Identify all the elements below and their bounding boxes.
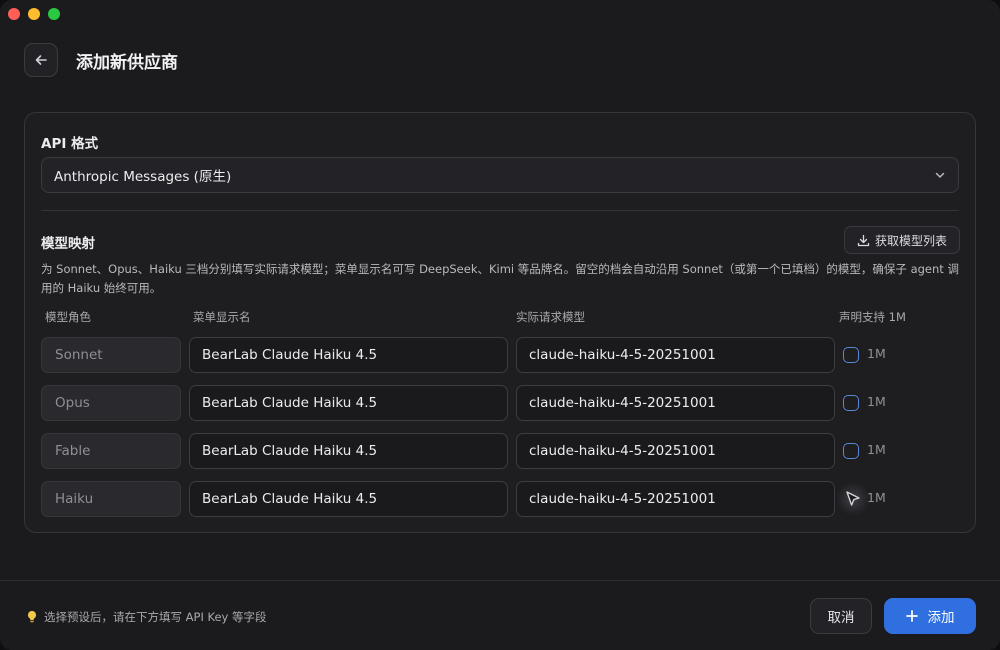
support-1m-checkbox-sonnet[interactable] [843, 347, 859, 363]
mapping-row-haiku: Haiku 1M [41, 481, 951, 517]
footer-hint-text: 选择预设后，请在下方填写 API Key 等字段 [44, 610, 267, 624]
mapping-row-opus: Opus 1M [41, 385, 951, 421]
column-header-display-name: 菜单显示名 [193, 310, 251, 324]
support-1m-label-haiku: 1M [867, 490, 886, 505]
display-name-input-sonnet[interactable] [189, 337, 508, 373]
request-model-input-sonnet[interactable] [516, 337, 835, 373]
display-name-input-fable[interactable] [189, 433, 508, 469]
display-name-input-opus[interactable] [189, 385, 508, 421]
cancel-button[interactable]: 取消 [810, 598, 872, 634]
display-name-input-haiku[interactable] [189, 481, 508, 517]
provider-form-card: API 格式 Anthropic Messages (原生) 模型映射 获取模型… [24, 112, 976, 533]
footer-hint: 选择预设后，请在下方填写 API Key 等字段 [26, 609, 267, 625]
api-format-selected-value: Anthropic Messages (原生) [54, 169, 232, 185]
close-window-button[interactable] [8, 8, 20, 20]
zoom-window-button[interactable] [48, 8, 60, 20]
add-button-label: 添加 [927, 610, 955, 626]
mapping-row-fable: Fable 1M [41, 433, 951, 469]
model-mapping-title: 模型映射 [41, 236, 95, 252]
download-icon [857, 234, 870, 246]
model-role-fable: Fable [41, 433, 181, 469]
api-format-label: API 格式 [41, 136, 99, 152]
window-controls [8, 8, 60, 20]
page-title: 添加新供应商 [76, 52, 178, 73]
mapping-row-sonnet: Sonnet 1M [41, 337, 951, 373]
cursor-icon [846, 491, 860, 506]
chevron-down-icon [934, 169, 946, 181]
lightbulb-icon [28, 611, 36, 623]
request-model-input-opus[interactable] [516, 385, 835, 421]
column-header-support-1m: 声明支持 1M [839, 310, 906, 324]
back-button[interactable] [24, 43, 58, 77]
request-model-input-fable[interactable] [516, 433, 835, 469]
model-role-haiku: Haiku [41, 481, 181, 517]
request-model-input-haiku[interactable] [516, 481, 835, 517]
fetch-model-list-label: 获取模型列表 [874, 233, 947, 248]
section-divider [41, 210, 959, 211]
fetch-model-list-button[interactable]: 获取模型列表 [844, 226, 960, 254]
support-1m-checkbox-opus[interactable] [843, 395, 859, 411]
api-format-select[interactable]: Anthropic Messages (原生) [41, 157, 959, 193]
support-1m-label-sonnet: 1M [867, 346, 886, 361]
support-1m-label-opus: 1M [867, 394, 886, 409]
column-header-role: 模型角色 [45, 310, 91, 324]
back-arrow-icon [35, 55, 47, 65]
column-header-request-model: 实际请求模型 [516, 310, 585, 324]
page-header: 添加新供应商 [24, 42, 178, 78]
plus-icon [905, 610, 918, 622]
model-role-sonnet: Sonnet [41, 337, 181, 373]
minimize-window-button[interactable] [28, 8, 40, 20]
add-button[interactable]: 添加 [884, 598, 976, 634]
support-1m-checkbox-fable[interactable] [843, 443, 859, 459]
model-role-opus: Opus [41, 385, 181, 421]
support-1m-label-fable: 1M [867, 442, 886, 457]
footer-bar: 选择预设后，请在下方填写 API Key 等字段 取消 添加 [0, 581, 1000, 650]
model-mapping-description: 为 Sonnet、Opus、Haiku 三档分别填写实际请求模型；菜单显示名可写… [41, 262, 959, 295]
app-window: 添加新供应商 API 格式 Anthropic Messages (原生) 模型… [0, 0, 1000, 650]
